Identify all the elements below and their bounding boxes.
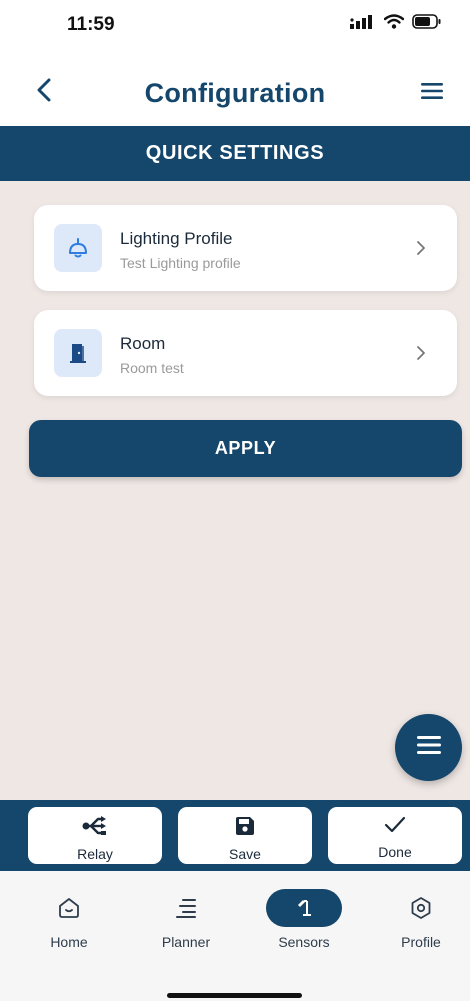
apply-button[interactable]: APPLY: [29, 420, 462, 477]
save-icon: [234, 815, 256, 842]
done-button[interactable]: Done: [328, 807, 462, 864]
top-area: 11:59 Configuration: [0, 0, 470, 126]
battery-icon: [412, 14, 442, 34]
relay-label: Relay: [77, 846, 113, 862]
section-header: QUICK SETTINGS: [0, 126, 470, 181]
header: Configuration: [0, 66, 470, 122]
hamburger-menu-icon: [421, 82, 443, 104]
relay-button[interactable]: Relay: [28, 807, 162, 864]
done-label: Done: [378, 844, 412, 860]
card-subtitle: Room test: [120, 360, 184, 376]
menu-button[interactable]: [414, 76, 450, 110]
card-title: Room: [120, 334, 166, 353]
floating-menu-button[interactable]: [395, 714, 462, 781]
app-screen: 11:59 Configuration QUICK SETTINGS Light…: [0, 0, 470, 1001]
save-label: Save: [229, 846, 261, 862]
status-time: 11:59: [67, 14, 115, 35]
card-subtitle: Test Lighting profile: [120, 255, 241, 271]
room-card[interactable]: Room Room test: [34, 310, 457, 396]
menu-icon: [416, 736, 441, 759]
tab-profile[interactable]: Profile: [376, 889, 466, 959]
home-icon: [31, 889, 107, 927]
tab-label: Home: [50, 934, 88, 950]
ceiling-lamp-icon: [54, 224, 102, 272]
chevron-right-icon: [411, 342, 431, 364]
profile-hex-icon: [383, 889, 459, 927]
check-icon: [383, 815, 407, 840]
tab-planner[interactable]: Planner: [141, 889, 231, 959]
sensor-lamp-icon: [266, 889, 342, 927]
tab-label: Sensors: [278, 934, 330, 950]
tab-home[interactable]: Home: [24, 889, 114, 959]
section-title: QUICK SETTINGS: [145, 142, 325, 164]
action-bar: Relay Save Done: [0, 800, 470, 871]
planner-list-icon: [148, 889, 224, 927]
save-button[interactable]: Save: [178, 807, 312, 864]
chevron-right-icon: [411, 237, 431, 259]
signal-icon: [350, 14, 376, 34]
tab-label: Planner: [161, 934, 211, 950]
status-icons: [350, 14, 442, 34]
tab-sensors[interactable]: Sensors: [259, 889, 349, 959]
apply-label: APPLY: [214, 438, 277, 458]
bottom-tab-bar: Home Planner Sensors Profile: [0, 871, 470, 1001]
lighting-profile-card[interactable]: Lighting Profile Test Lighting profile: [34, 205, 457, 291]
page-title: Configuration: [144, 78, 326, 108]
home-indicator: [167, 993, 302, 998]
wifi-icon: [383, 14, 405, 34]
card-title: Lighting Profile: [120, 229, 233, 248]
door-icon: [54, 329, 102, 377]
tab-label: Profile: [401, 934, 441, 950]
relay-share-icon: [82, 815, 108, 842]
